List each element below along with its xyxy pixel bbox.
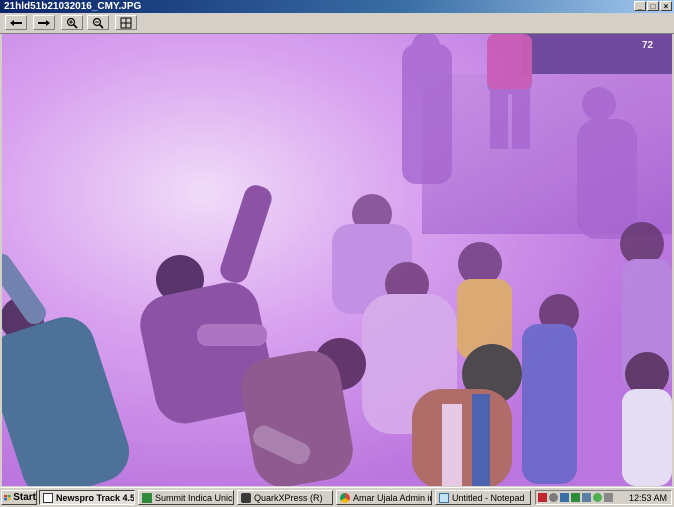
window-title: 21hld51b21032016_CMY.JPG — [4, 1, 142, 12]
zoom-out-icon — [92, 17, 104, 29]
start-button[interactable]: Start — [1, 490, 37, 505]
task-quark[interactable]: QuarkXPress (R) — [237, 490, 333, 505]
tray-green-icon[interactable] — [571, 493, 580, 502]
tray-gear-icon[interactable] — [549, 493, 558, 502]
task-label: QuarkXPress (R) — [254, 492, 323, 503]
task-label: Summit Indica Unicode — [155, 492, 233, 503]
task-label: Newspro Track 4.5 — [56, 492, 135, 503]
viewer-toolbar — [0, 13, 674, 34]
previous-button[interactable] — [5, 15, 27, 30]
tray-red-icon[interactable] — [538, 493, 547, 502]
task-notepad[interactable]: Untitled - Notepad — [435, 490, 531, 505]
tray-volume-icon[interactable] — [604, 493, 613, 502]
zoom-in-icon — [66, 17, 78, 29]
tray-network-icon[interactable] — [560, 493, 569, 502]
quark-icon — [241, 492, 251, 503]
arrow-left-icon — [10, 19, 22, 26]
windows-logo-icon — [4, 494, 11, 500]
start-label: Start — [13, 492, 36, 503]
image-viewport[interactable]: 72 — [2, 34, 672, 486]
holi-festival-photo: 72 — [2, 34, 672, 486]
task-chrome[interactable]: Amar Ujala Admin in L... — [336, 490, 432, 505]
tray-security-icon[interactable] — [593, 493, 602, 502]
zoom-out-button[interactable] — [87, 15, 109, 30]
arrow-right-icon — [38, 19, 50, 26]
task-label: Untitled - Notepad — [452, 492, 525, 503]
system-tray: 12:53 AM — [535, 490, 672, 505]
zoom-in-button[interactable] — [61, 15, 83, 30]
task-newspro[interactable]: Newspro Track 4.5 — [39, 490, 135, 505]
chrome-icon — [340, 492, 350, 503]
task-label: Amar Ujala Admin in L... — [353, 492, 431, 503]
window-titlebar[interactable]: 21hld51b21032016_CMY.JPG _ □ × — [0, 0, 674, 13]
task-summit[interactable]: Summit Indica Unicode — [138, 490, 234, 505]
summit-icon — [142, 492, 152, 503]
next-button[interactable] — [33, 15, 55, 30]
taskbar: Start Newspro Track 4.5 Summit Indica Un… — [0, 487, 674, 507]
close-button[interactable]: × — [660, 1, 672, 11]
newspro-icon — [43, 492, 53, 503]
maximize-button[interactable]: □ — [647, 1, 659, 11]
minimize-button[interactable]: _ — [634, 1, 646, 11]
tray-monitor-icon[interactable] — [582, 493, 591, 502]
fit-window-button[interactable] — [115, 15, 137, 30]
notepad-icon — [439, 492, 449, 503]
fit-window-icon — [120, 17, 132, 28]
clock: 12:53 AM — [628, 492, 667, 503]
